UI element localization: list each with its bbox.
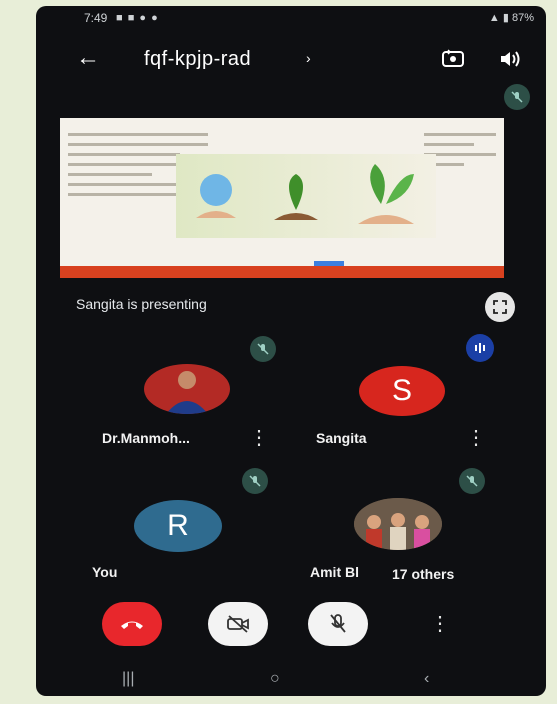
participant-avatar: S [359,366,445,416]
presenter-mic-off-icon [504,84,530,110]
presenting-label: Sangita is presenting [76,296,207,312]
slide-plant-image [176,154,436,238]
toggle-mic-button[interactable] [308,602,368,646]
app-bar: ← fqf-kpjp-rad › [36,36,546,84]
status-system-icons: ▲ ▮ 87% [488,12,534,24]
participant-mic-off-icon [459,468,485,494]
status-time: 7:49 [84,11,108,25]
status-bar: 7:49 ■ ■ ● ● ▲ ▮ 87% [36,6,546,32]
chevron-right-icon[interactable]: › [306,50,311,66]
call-controls: ⋮ [36,602,546,662]
slide-footer-bar [60,266,504,278]
system-nav-bar: ||| ○ ‹ [36,668,546,692]
mic-off-icon [330,614,346,633]
home-icon[interactable]: ○ [270,670,280,688]
end-call-button[interactable] [102,602,162,646]
speaker-icon[interactable] [498,47,522,71]
avatar-initial: S [391,374,412,407]
participant-avatar-photo [144,364,230,414]
nav-back-icon[interactable]: ‹ [424,670,429,688]
switch-camera-icon[interactable] [440,46,466,72]
recent-apps-icon[interactable]: ||| [122,670,134,688]
meeting-code-title[interactable]: fqf-kpjp-rad [144,48,251,71]
participant-name: You [92,564,118,580]
participant-name: Amit Bl [310,564,359,580]
participant-mic-off-icon [250,336,276,362]
others-count[interactable]: 17 others [392,566,454,582]
speaking-indicator-icon [466,334,494,362]
status-notification-icons: ■ ■ ● ● [116,12,159,24]
participant-name: Sangita [316,430,367,446]
fullscreen-icon[interactable] [485,292,515,322]
more-vert-icon[interactable]: ⋮ [249,428,269,448]
meet-screen: 7:49 ■ ■ ● ● ▲ ▮ 87% ← fqf-kpjp-rad › Sa… [36,6,546,696]
end-call-icon [121,621,143,629]
back-arrow-icon[interactable]: ← [76,44,100,72]
toggle-camera-button[interactable] [208,602,268,646]
participant-mic-off-icon [242,468,268,494]
avatar-initial: R [167,509,189,542]
more-vert-icon[interactable]: ⋮ [466,428,486,448]
shared-screen[interactable] [60,118,504,278]
more-options-icon[interactable]: ⋮ [430,614,450,634]
video-off-icon [227,615,249,633]
participant-name: Dr.Manmoh... [102,430,190,446]
participant-avatar-photo [354,498,442,550]
participant-avatar: R [134,500,222,552]
